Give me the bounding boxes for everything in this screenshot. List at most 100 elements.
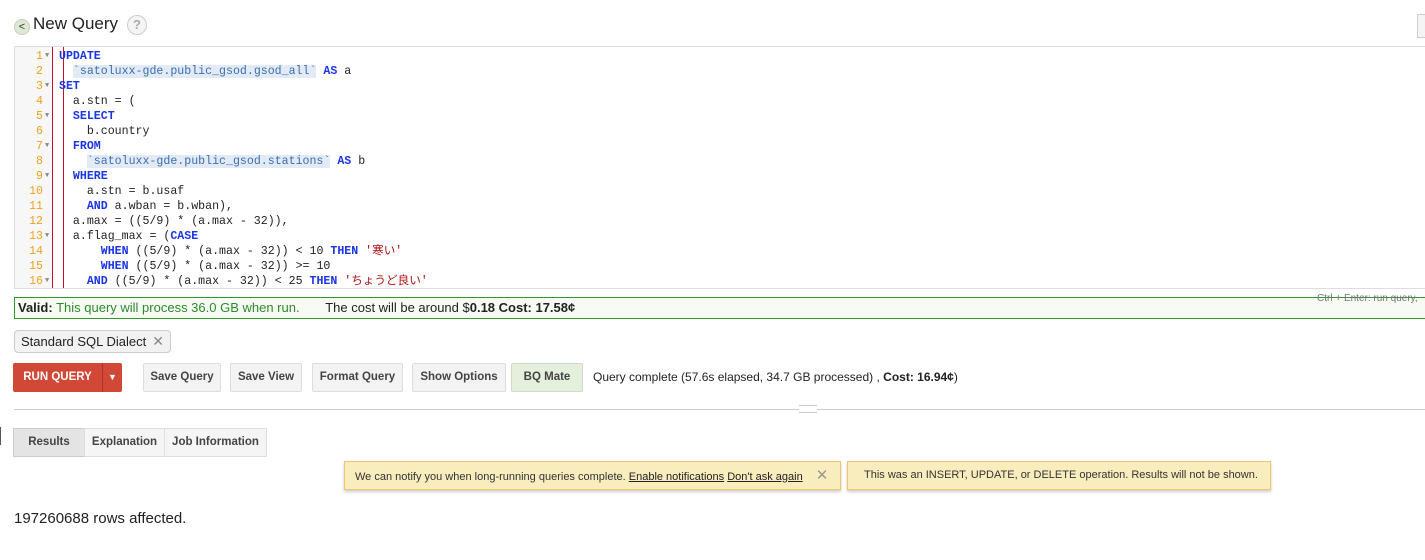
page-title: New Query	[33, 14, 119, 33]
cost-estimate: 0.18 Cost: 17.58¢	[469, 300, 576, 315]
valid-label: Valid:	[18, 300, 53, 315]
edge-marker	[0, 427, 1, 445]
sql-keyword: WHEN	[100, 260, 129, 273]
code-line[interactable]: 16 ▼ AND ((5/9) * (a.max - 32)) < 25 THEN…	[15, 274, 1425, 288]
code-text: SET	[59, 79, 80, 94]
fold-toggle-icon[interactable]: ▼	[45, 79, 49, 94]
chevron-down-icon[interactable]: ▼	[102, 363, 122, 392]
line-number: 7	[36, 140, 43, 153]
save-query-button[interactable]: Save Query	[143, 363, 221, 392]
sql-keyword: SELECT	[72, 110, 115, 123]
shortcut-hint: Ctrl + Enter: run query,	[1317, 293, 1418, 304]
code-token: a.stn = (	[59, 95, 136, 108]
code-token: a.max = ((5/9) * (a.max - 32)),	[59, 215, 289, 228]
code-text: `satoluxx-gde.public_gsod.gsod_all` AS a	[59, 64, 351, 79]
line-number: 8	[36, 155, 43, 168]
sql-keyword: AS	[337, 155, 352, 168]
code-token: b.country	[59, 125, 150, 138]
save-view-button[interactable]: Save View	[230, 363, 302, 392]
tab-results[interactable]: Results	[13, 428, 85, 457]
line-number: 10	[29, 185, 43, 198]
dml-notice-text: This was an INSERT, UPDATE, or DELETE op…	[864, 469, 1258, 481]
run-query-button[interactable]: RUN QUERY ▼	[13, 363, 122, 392]
line-number: 12	[29, 215, 43, 228]
fold-toggle-icon[interactable]: ▼	[45, 49, 49, 64]
code-text: UPDATE	[59, 49, 101, 64]
line-number: 15	[29, 260, 43, 273]
tab-job-information[interactable]: Job Information	[164, 428, 267, 457]
code-line[interactable]: 9 ▼ WHERE	[15, 169, 1425, 184]
code-line[interactable]: 3 ▼ SET	[15, 79, 1425, 94]
sql-keyword: UPDATE	[59, 50, 101, 63]
back-button[interactable]: <	[14, 19, 30, 35]
code-text: FROM	[59, 139, 101, 154]
code-line[interactable]: 13 ▼ a.flag_max = (CASE	[15, 229, 1425, 244]
line-number: 13	[29, 230, 43, 243]
code-text: b.country	[59, 124, 150, 139]
code-token: a.stn = b.usaf	[59, 185, 185, 198]
code-line[interactable]: 6 b.country	[15, 124, 1425, 139]
fold-toggle-icon[interactable]: ▼	[45, 169, 49, 184]
line-number: 4	[36, 95, 43, 108]
code-line[interactable]: 8 `satoluxx-gde.public_gsod.stations` AS…	[15, 154, 1425, 169]
line-number: 1	[36, 50, 43, 63]
code-line[interactable]: 4 a.stn = (	[15, 94, 1425, 109]
code-text: WHEN ((5/9) * (a.max - 32)) < 10 THEN '寒…	[59, 244, 403, 259]
dml-notice: This was an INSERT, UPDATE, or DELETE op…	[847, 461, 1271, 490]
help-icon[interactable]: ?	[127, 15, 147, 35]
status-close-paren: )	[953, 370, 958, 384]
query-status: Query complete (57.6s elapsed, 34.7 GB p…	[593, 370, 958, 384]
status-text: Query complete (57.6s elapsed, 34.7 GB p…	[593, 370, 884, 384]
fold-toggle-icon[interactable]: ▼	[45, 274, 49, 288]
code-line[interactable]: 7 ▼ FROM	[15, 139, 1425, 154]
enable-notifications-link[interactable]: Enable notifications	[629, 471, 724, 483]
bq-mate-button[interactable]: BQ Mate	[511, 363, 583, 392]
fold-toggle-icon[interactable]: ▼	[45, 139, 49, 154]
code-line[interactable]: 14 WHEN ((5/9) * (a.max - 32)) < 10 THEN…	[15, 244, 1425, 259]
code-line[interactable]: 10 a.stn = b.usaf	[15, 184, 1425, 199]
code-line[interactable]: 11 AND a.wban = b.wban),	[15, 199, 1425, 214]
code-line[interactable]: 12 a.max = ((5/9) * (a.max - 32)),	[15, 214, 1425, 229]
code-line[interactable]: 1 ▼ UPDATE	[15, 49, 1425, 64]
fold-toggle-icon[interactable]: ▼	[45, 229, 49, 244]
code-text: AND ((5/9) * (a.max - 32)) < 25 THEN 'ちょ…	[59, 274, 428, 288]
sql-keyword: AND	[86, 200, 108, 213]
format-query-button[interactable]: Format Query	[312, 363, 403, 392]
code-text: a.max = ((5/9) * (a.max - 32)),	[59, 214, 289, 229]
side-panel-button[interactable]	[1417, 14, 1425, 38]
code-line[interactable]: 15 WHEN ((5/9) * (a.max - 32)) >= 10	[15, 259, 1425, 274]
code-token: ((5/9) * (a.max - 32)) < 25	[107, 275, 310, 288]
divider	[14, 409, 1425, 410]
dialect-chip: Standard SQL Dialect ✕	[14, 330, 171, 353]
fold-toggle-icon[interactable]: ▼	[45, 109, 49, 124]
code-line[interactable]: 5 ▼ SELECT	[15, 109, 1425, 124]
code-text: WHEN ((5/9) * (a.max - 32)) >= 10	[59, 259, 331, 274]
run-query-label[interactable]: RUN QUERY	[13, 363, 102, 392]
code-line[interactable]: 2 `satoluxx-gde.public_gsod.gsod_all` AS…	[15, 64, 1425, 79]
string-literal: '寒い'	[358, 245, 403, 258]
close-icon[interactable]: ✕	[816, 467, 829, 484]
sql-editor[interactable]: 1 ▼ UPDATE 2 `satoluxx-gde.public_gsod.gsod…	[14, 46, 1425, 289]
dont-ask-again-link[interactable]: Don't ask again	[727, 471, 802, 483]
status-cost: Cost: 16.94¢	[883, 370, 954, 384]
tab-explanation[interactable]: Explanation	[84, 428, 165, 457]
notification-banner: We can notify you when long-running quer…	[344, 461, 841, 490]
line-number: 9	[36, 170, 43, 183]
code-text: a.stn = (	[59, 94, 136, 109]
line-number: 5	[36, 110, 43, 123]
cost-prefix: The cost will be around $	[325, 300, 470, 315]
resize-handle[interactable]	[799, 405, 817, 413]
rows-affected: 197260688 rows affected.	[14, 510, 187, 527]
show-options-button[interactable]: Show Options	[412, 363, 506, 392]
close-icon[interactable]: ✕	[152, 333, 164, 349]
sql-keyword: WHERE	[72, 170, 108, 183]
string-literal: 'ちょうど良い'	[337, 275, 428, 288]
code-token: a.flag_max = (	[59, 230, 171, 243]
